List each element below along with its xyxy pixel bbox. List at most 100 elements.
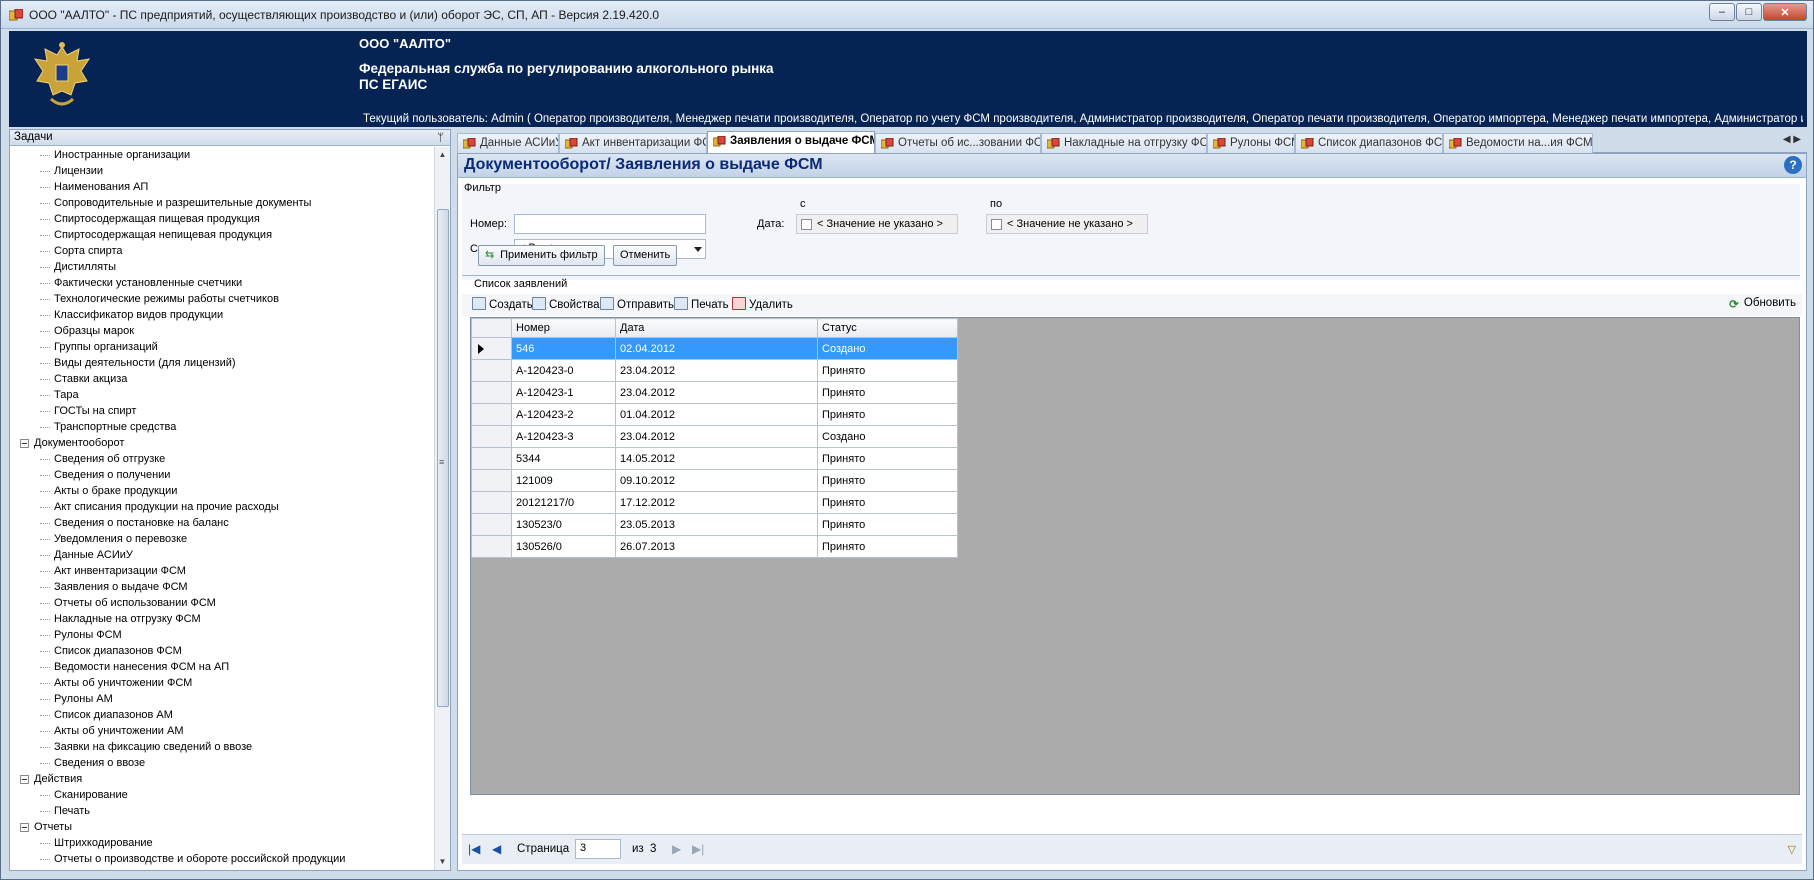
tree-item[interactable]: Лицензии	[10, 163, 434, 179]
print-button[interactable]: Печать	[674, 297, 729, 311]
tree-item[interactable]: Рулоны АМ	[10, 691, 434, 707]
tree-item[interactable]: Виды деятельности (для лицензий)	[10, 355, 434, 371]
tree-item[interactable]: Список диапазонов АМ	[10, 707, 434, 723]
table-row[interactable]: 20121217/0 17.12.2012 Принято	[471, 491, 958, 514]
cell-number[interactable]: 130526/0	[511, 535, 616, 558]
tab-2[interactable]: Заявления о выдаче ФСМ	[707, 131, 875, 153]
row-header[interactable]	[471, 469, 512, 492]
cell-date[interactable]: 23.04.2012	[615, 359, 818, 382]
cell-status[interactable]: Принято	[817, 403, 958, 426]
create-button[interactable]: Создать	[472, 297, 533, 311]
table-row[interactable]: А-120423-1 23.04.2012 Принято	[471, 381, 958, 404]
tree-item[interactable]: Сведения о постановке на баланс	[10, 515, 434, 531]
column-header-number[interactable]: Номер	[511, 318, 616, 338]
scroll-up-icon[interactable]: ▲	[435, 147, 450, 163]
page-number-input[interactable]: 3	[575, 839, 621, 859]
tree-item[interactable]: Накладные на отгрузку ФСМ	[10, 611, 434, 627]
delete-button[interactable]: Удалить	[732, 297, 793, 311]
tree-item[interactable]: Акт инвентаризации ФСМ	[10, 563, 434, 579]
row-header[interactable]	[471, 425, 512, 448]
filter-settings-icon[interactable]: ▽	[1788, 843, 1796, 856]
cancel-filter-button[interactable]: Отменить	[613, 245, 678, 266]
tab-6[interactable]: Список диапазонов ФСМ	[1295, 133, 1443, 153]
row-header[interactable]	[471, 513, 512, 536]
tree-item[interactable]: Наименования АП	[10, 179, 434, 195]
cell-status[interactable]: Принято	[817, 381, 958, 404]
tree-item[interactable]: Данные АСИиУ	[10, 547, 434, 563]
help-icon[interactable]: ?	[1784, 156, 1802, 174]
tree-item[interactable]: ГОСТы на спирт	[10, 403, 434, 419]
cell-number[interactable]: А-120423-1	[511, 381, 616, 404]
date-to-field[interactable]: < Значение не указано >	[986, 214, 1148, 234]
close-button[interactable]: ✕	[1763, 3, 1807, 21]
tree-item[interactable]: Классификатор видов продукции	[10, 307, 434, 323]
tree-item[interactable]: Группы организаций	[10, 339, 434, 355]
column-header-date[interactable]: Дата	[615, 318, 818, 338]
pin-icon[interactable]: ᛘ	[437, 131, 444, 146]
tree-item[interactable]: Сорта спирта	[10, 243, 434, 259]
cell-number[interactable]: 130523/0	[511, 513, 616, 536]
tab-3[interactable]: Отчеты об ис...зовании ФСМ	[875, 133, 1041, 153]
cell-number[interactable]: А-120423-0	[511, 359, 616, 382]
tree-item[interactable]: Отчеты о производстве и обороте российск…	[10, 851, 434, 867]
collapse-toggle-icon[interactable]	[20, 823, 29, 832]
cell-number[interactable]: А-120423-2	[511, 403, 616, 426]
properties-button[interactable]: Свойства	[532, 297, 600, 311]
tree-item[interactable]: Рулоны ФСМ	[10, 627, 434, 643]
table-row[interactable]: 5344 14.05.2012 Принято	[471, 447, 958, 470]
table-row[interactable]: А-120423-0 23.04.2012 Принято	[471, 359, 958, 382]
cell-number[interactable]: 546	[511, 337, 616, 360]
cell-number[interactable]: А-120423-3	[511, 425, 616, 448]
tree-item[interactable]: Спиртосодержащая пищевая продукция	[10, 211, 434, 227]
cell-status[interactable]: Создано	[817, 337, 958, 360]
table-row[interactable]: А-120423-2 01.04.2012 Принято	[471, 403, 958, 426]
tree-item[interactable]: Сопроводительные и разрешительные докуме…	[10, 195, 434, 211]
tree-item[interactable]: Ставки акциза	[10, 371, 434, 387]
tree-item[interactable]: Акт списания продукции на прочие расходы	[10, 499, 434, 515]
chevron-down-icon[interactable]	[694, 247, 702, 252]
tree-item[interactable]: Иностранные организации	[10, 147, 434, 163]
tree-item[interactable]: Образцы марок	[10, 323, 434, 339]
tree-item[interactable]: Список диапазонов ФСМ	[10, 643, 434, 659]
cell-date[interactable]: 14.05.2012	[615, 447, 818, 470]
row-header[interactable]	[471, 403, 512, 426]
table-row[interactable]: 130526/0 26.07.2013 Принято	[471, 535, 958, 558]
tree-item[interactable]: Ведомости нанесения ФСМ на АП	[10, 659, 434, 675]
last-page-icon[interactable]: ▶|	[692, 842, 704, 856]
row-header[interactable]	[471, 381, 512, 404]
cell-status[interactable]: Принято	[817, 513, 958, 536]
tree-item[interactable]: Печать	[10, 803, 434, 819]
table-row[interactable]: 130523/0 23.05.2013 Принято	[471, 513, 958, 536]
refresh-button[interactable]: ⟳ Обновить	[1727, 297, 1796, 311]
tab-5[interactable]: Рулоны ФСМ	[1207, 133, 1295, 153]
cell-number[interactable]: 20121217/0	[511, 491, 616, 514]
cell-date[interactable]: 23.04.2012	[615, 381, 818, 404]
tree-item[interactable]: Акты об уничтожении ФСМ	[10, 675, 434, 691]
tree-item[interactable]: Спиртосодержащая непищевая продукция	[10, 227, 434, 243]
tasks-scrollbar[interactable]: ▲ ≡ ▼	[434, 147, 450, 870]
tree-group[interactable]: Документооборот	[10, 435, 434, 451]
tab-7[interactable]: Ведомости на...ия ФСМ	[1443, 133, 1593, 153]
tab-scroll-arrows-icon[interactable]: ◀ ▶	[1783, 134, 1801, 145]
tab-1[interactable]: Акт инвентаризации ФСМ	[559, 133, 707, 153]
tree-item[interactable]: Сканирование	[10, 787, 434, 803]
next-page-icon[interactable]: ▶	[672, 842, 681, 856]
tree-item[interactable]: Заявления о выдаче ФСМ	[10, 579, 434, 595]
tree-item[interactable]: Сведения об отгрузке	[10, 451, 434, 467]
tree-item[interactable]: Фактически установленные счетчики	[10, 275, 434, 291]
tree-item[interactable]: Уведомления о перевозке	[10, 531, 434, 547]
cell-status[interactable]: Принято	[817, 535, 958, 558]
maximize-button[interactable]: □	[1736, 3, 1762, 21]
cell-date[interactable]: 17.12.2012	[615, 491, 818, 514]
cell-status[interactable]: Принято	[817, 491, 958, 514]
table-row[interactable]: 121009 09.10.2012 Принято	[471, 469, 958, 492]
tree-item[interactable]: Дистилляты	[10, 259, 434, 275]
previous-page-icon[interactable]: ◀	[492, 842, 501, 856]
cell-date[interactable]: 01.04.2012	[615, 403, 818, 426]
row-header[interactable]	[471, 447, 512, 470]
scroll-down-icon[interactable]: ▼	[435, 854, 450, 870]
row-header[interactable]	[471, 491, 512, 514]
apply-filter-button[interactable]: ⇆ Применить фильтр	[478, 245, 605, 266]
tree-item[interactable]: Транспортные средства	[10, 419, 434, 435]
cell-date[interactable]: 09.10.2012	[615, 469, 818, 492]
